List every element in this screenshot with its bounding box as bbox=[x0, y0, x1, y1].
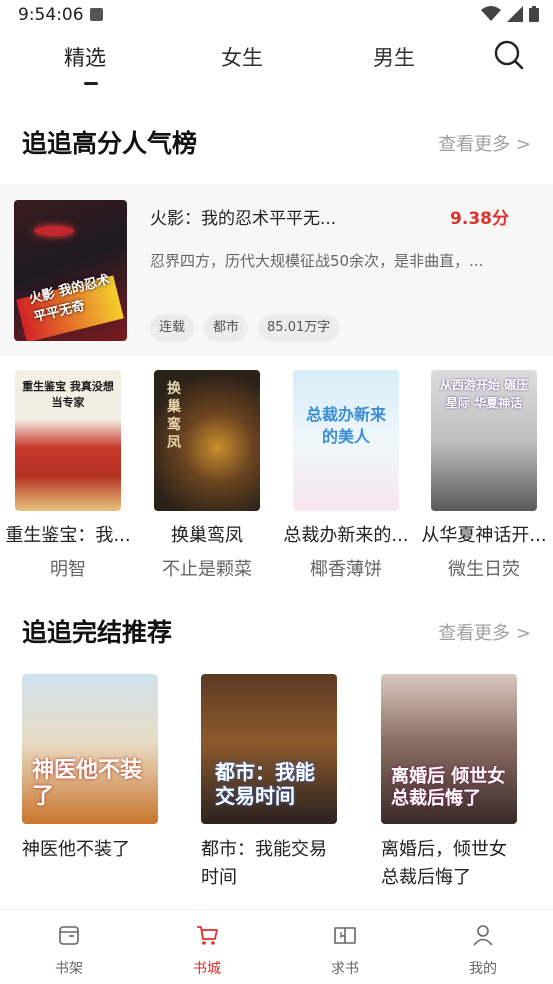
tag-status: 连载 bbox=[150, 314, 195, 342]
status-indicators bbox=[481, 6, 539, 22]
book-cover[interactable]: 从西游开始 碾压星际 华夏神话 bbox=[431, 370, 537, 511]
top-tabs: 精选 女生 男生 bbox=[0, 38, 553, 88]
section-header-hot: 追追高分人气榜 查看更多 > bbox=[0, 124, 553, 164]
book-item[interactable]: 离婚后 倾世女总裁后悔了 离婚后，倾世女总裁后悔了 bbox=[381, 674, 521, 892]
cover-title-art: 换巢鸾凤 bbox=[167, 381, 181, 451]
status-bar: 9:54:06 bbox=[0, 0, 553, 30]
tab-female[interactable]: 女生 bbox=[221, 42, 263, 72]
see-more-link[interactable]: 查看更多 > bbox=[438, 619, 531, 645]
book-cover[interactable]: 重生鉴宝 我真没想当专家 bbox=[15, 370, 121, 511]
book-item[interactable]: 重生鉴宝 我真没想当专家 重生鉴宝：我... 明智 bbox=[2, 370, 134, 581]
signal-icon bbox=[507, 6, 523, 22]
bookstore-cart-icon bbox=[197, 926, 218, 945]
hot-book-grid: 重生鉴宝 我真没想当专家 重生鉴宝：我... 明智 换巢鸾凤 换巢鸾凤 不止是颗… bbox=[0, 370, 553, 580]
book-cover[interactable]: 火影 我的忍术平平无奇 bbox=[14, 200, 127, 341]
tag-genre: 都市 bbox=[204, 314, 249, 342]
notification-app-icon bbox=[90, 8, 103, 21]
profile-icon bbox=[473, 925, 493, 946]
cover-title-art: 神医他不装了 bbox=[32, 758, 143, 809]
book-author: 微生日荧 bbox=[448, 559, 520, 580]
book-title: 都市：我能交易时间 bbox=[201, 839, 327, 888]
cover-title-art: 离婚后 倾世女总裁后悔了 bbox=[391, 766, 506, 809]
nav-item-profile[interactable]: 我的 bbox=[443, 922, 523, 978]
book-title: 神医他不装了 bbox=[22, 839, 130, 860]
tab-male[interactable]: 男生 bbox=[373, 42, 415, 72]
nav-label: 书城 bbox=[193, 961, 221, 977]
book-item[interactable]: 换巢鸾凤 换巢鸾凤 不止是颗菜 bbox=[141, 370, 273, 581]
book-author: 不止是颗菜 bbox=[162, 559, 252, 580]
cover-title-art: 重生鉴宝 我真没想当专家 bbox=[22, 380, 114, 409]
book-title: 总裁办新来的... bbox=[283, 525, 409, 546]
book-cover[interactable]: 换巢鸾凤 bbox=[154, 370, 260, 511]
section-title: 追追完结推荐 bbox=[22, 618, 173, 647]
book-title: 火影：我的忍术平平无... bbox=[150, 209, 337, 229]
nav-item-bookshelf[interactable]: 书架 bbox=[29, 922, 109, 978]
featured-book-card[interactable]: 火影 我的忍术平平无奇 火影：我的忍术平平无... 9.38分 忍界四方，历代大… bbox=[0, 184, 553, 356]
nav-item-request-book[interactable]: 求书 bbox=[305, 922, 385, 978]
book-author: 明智 bbox=[50, 559, 86, 580]
wifi-icon bbox=[481, 6, 501, 21]
nav-label: 书架 bbox=[55, 961, 83, 977]
book-score: 9.38分 bbox=[450, 209, 509, 229]
section-title: 追追高分人气榜 bbox=[22, 129, 198, 158]
cover-art-eye bbox=[34, 226, 74, 236]
search-icon[interactable] bbox=[494, 40, 524, 70]
book-item[interactable]: 总裁办新来的美人 总裁办新来的... 椰香薄饼 bbox=[280, 370, 412, 581]
complete-book-grid: 神医他不装了 神医他不装了 都市：我能交易时间 都市：我能交易时间 离婚后 倾世… bbox=[0, 674, 553, 910]
bottom-navigation: 书架 书城 求书 我的 bbox=[0, 909, 553, 984]
tab-featured[interactable]: 精选 bbox=[64, 42, 106, 72]
book-title: 离婚后，倾世女总裁后悔了 bbox=[381, 839, 507, 888]
see-more-link[interactable]: 查看更多 > bbox=[438, 130, 531, 156]
book-item[interactable]: 从西游开始 碾压星际 华夏神话 从华夏神话开... 微生日荧 bbox=[418, 370, 550, 581]
request-book-icon bbox=[334, 927, 356, 944]
book-tags: 连载 都市 85.01万字 bbox=[150, 314, 340, 342]
cover-title-art: 总裁办新来的美人 bbox=[305, 405, 386, 446]
book-cover[interactable]: 离婚后 倾世女总裁后悔了 bbox=[381, 674, 517, 824]
book-description: 忍界四方，历代大规模征战50余次，是非曲直，... bbox=[150, 252, 484, 270]
book-cover[interactable]: 神医他不装了 bbox=[22, 674, 158, 824]
book-item[interactable]: 神医他不装了 神医他不装了 bbox=[22, 674, 162, 864]
section-header-complete: 追追完结推荐 查看更多 > bbox=[0, 613, 553, 653]
book-title: 重生鉴宝：我... bbox=[5, 525, 131, 546]
book-author: 椰香薄饼 bbox=[310, 559, 382, 580]
cover-title-art: 都市：我能交易时间 bbox=[215, 760, 315, 808]
status-time: 9:54:06 bbox=[18, 5, 84, 25]
cover-title-art: 从西游开始 碾压星际 华夏神话 bbox=[439, 378, 529, 410]
book-cover[interactable]: 总裁办新来的美人 bbox=[293, 370, 399, 511]
book-title: 换巢鸾凤 bbox=[171, 525, 243, 546]
book-item[interactable]: 都市：我能交易时间 都市：我能交易时间 bbox=[201, 674, 341, 892]
battery-icon bbox=[529, 6, 539, 22]
tag-word-count: 85.01万字 bbox=[258, 314, 340, 342]
book-cover[interactable]: 都市：我能交易时间 bbox=[201, 674, 337, 824]
nav-label: 求书 bbox=[331, 961, 359, 977]
bookshelf-icon bbox=[59, 926, 79, 945]
active-tab-indicator bbox=[84, 82, 98, 85]
nav-label: 我的 bbox=[469, 961, 497, 977]
nav-item-bookstore[interactable]: 书城 bbox=[167, 922, 247, 978]
book-title: 从华夏神话开... bbox=[421, 525, 547, 546]
